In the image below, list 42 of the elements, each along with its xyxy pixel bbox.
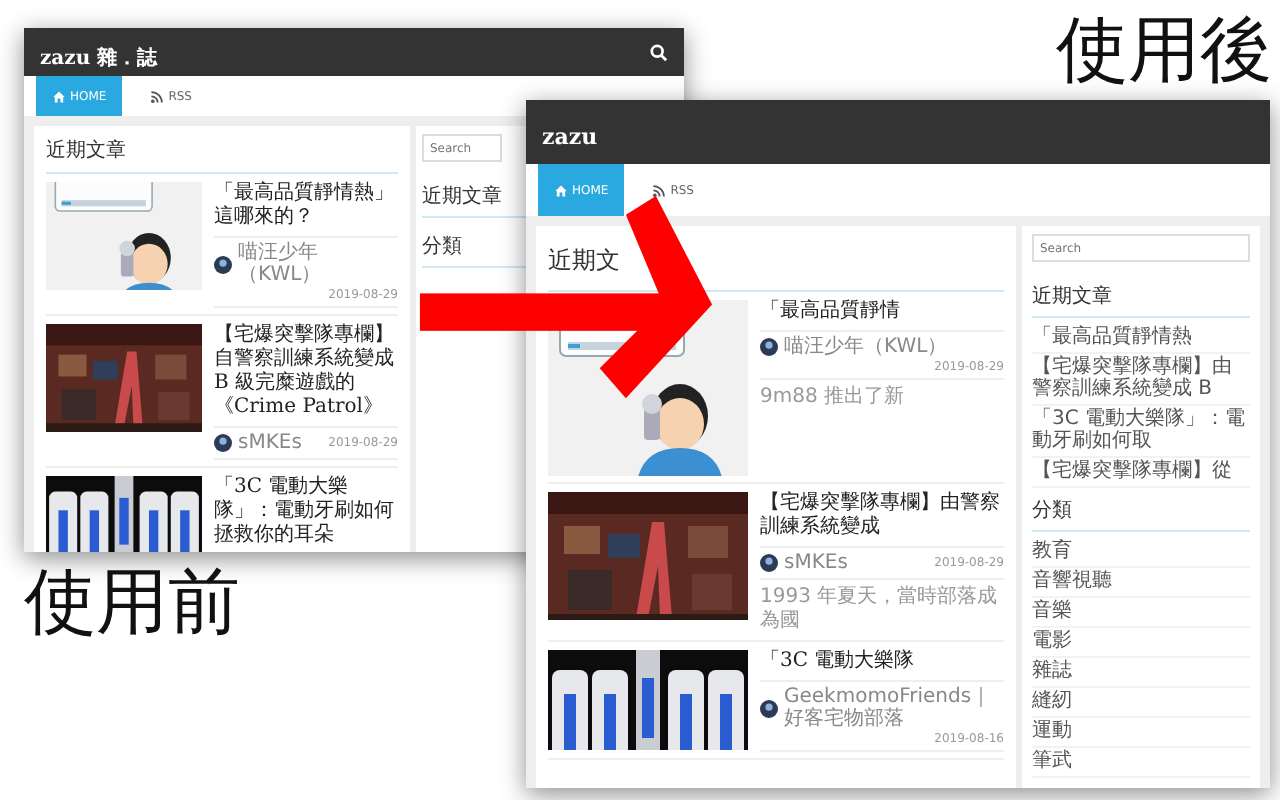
- sidebar-link[interactable]: 【宅爆突擊隊專欄】從: [1032, 458, 1250, 488]
- rss-icon: [652, 183, 667, 197]
- caption-text: 使用後: [1056, 16, 1272, 88]
- avatar-icon: [214, 434, 232, 452]
- sidebar-link[interactable]: 「3C 電動大樂隊」：電動牙刷如何取: [1032, 406, 1250, 458]
- sidebar-link[interactable]: 「最高品質靜情熱: [1032, 324, 1250, 354]
- widget-title: 近期文章: [1032, 274, 1250, 318]
- author-name[interactable]: sMKEs: [784, 552, 929, 574]
- caption-text: 使用前: [24, 568, 240, 640]
- post-title[interactable]: 「最高品質靜情: [760, 300, 1004, 324]
- section-title: 近期文章: [46, 132, 398, 174]
- post-excerpt: 9m88 推出了新: [760, 386, 907, 410]
- author-name[interactable]: sMKEs: [238, 432, 323, 454]
- sidebar-link[interactable]: 電影: [1032, 628, 1250, 658]
- avatar-icon: [760, 699, 778, 717]
- post-title[interactable]: 「最高品質靜情熱」這哪來的？: [214, 182, 398, 230]
- sidebar-link[interactable]: 教育: [1032, 538, 1250, 568]
- author-name[interactable]: GeekmomoFriends｜好客宅物部落: [784, 686, 1004, 730]
- sidebar-link[interactable]: 音樂: [1032, 598, 1250, 628]
- home-icon: [554, 183, 568, 197]
- post-title[interactable]: 【宅爆突擊隊專欄】由警察訓練系統變成: [760, 492, 1004, 540]
- rss-icon: [150, 89, 165, 103]
- sidebar-link[interactable]: 筆武: [1032, 748, 1250, 778]
- sidebar-link[interactable]: 縫紉: [1032, 688, 1250, 718]
- post-excerpt: 1993 年夏天，當時部落成為國: [760, 586, 1000, 634]
- avatar-icon: [760, 554, 778, 572]
- post-title[interactable]: 【宅爆突擊隊專欄】自警察訓練系統變成 B 級完糜遊戲的《Crime Patrol》: [214, 324, 398, 420]
- site-title[interactable]: zazu: [542, 123, 598, 149]
- post-title[interactable]: 「3C 電動大樂隊: [760, 650, 1004, 674]
- avatar-icon: [214, 255, 232, 273]
- widget-title: 分類: [1032, 488, 1250, 532]
- author-name[interactable]: 喵汪少年（KWL）: [238, 242, 398, 286]
- sidebar-link[interactable]: 運動: [1032, 718, 1250, 748]
- sidebar-link[interactable]: 音響視聽: [1032, 568, 1250, 598]
- site-title[interactable]: zazu 雜．誌: [40, 47, 158, 69]
- sidebar-link[interactable]: 雜誌: [1032, 658, 1250, 688]
- post-title[interactable]: 「3C 電動大樂隊」：電動牙刷如何拯救你的耳朵: [214, 476, 398, 548]
- home-icon: [52, 89, 66, 103]
- avatar-icon: [760, 338, 778, 356]
- author-name[interactable]: 喵汪少年（KWL）: [784, 336, 1004, 358]
- sidebar-link[interactable]: 【宅爆突擊隊專欄】由警察訓練系統變成 B: [1032, 354, 1250, 406]
- search-icon[interactable]: [650, 43, 668, 61]
